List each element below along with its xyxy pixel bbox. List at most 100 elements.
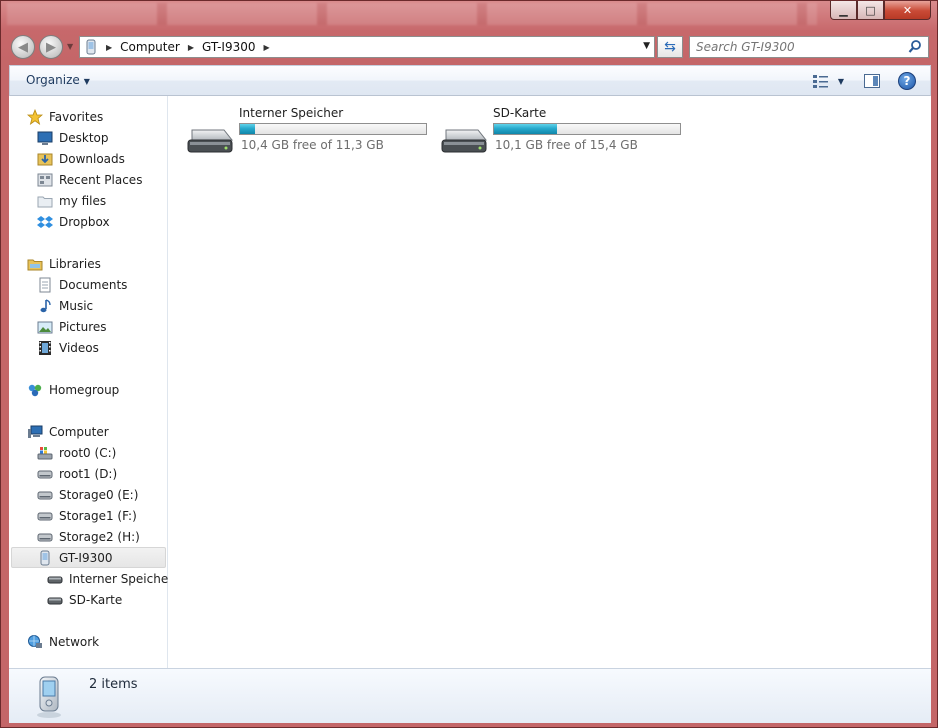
hard-drive-icon bbox=[37, 491, 53, 499]
nav-item-music[interactable]: Music bbox=[37, 295, 93, 316]
preview-pane-button[interactable] bbox=[864, 74, 880, 88]
nav-favorites-label: Favorites bbox=[49, 109, 104, 124]
nav-item-drive-e[interactable]: Storage0 (E:) bbox=[37, 484, 138, 505]
hard-drive-icon bbox=[37, 470, 53, 478]
forward-button[interactable]: ▶ bbox=[39, 35, 63, 59]
desktop-icon bbox=[37, 131, 53, 145]
address-history-dropdown[interactable]: ▼ bbox=[643, 41, 650, 51]
nav-item-drive-d[interactable]: root1 (D:) bbox=[37, 463, 117, 484]
drive-free-space: 10,4 GB free of 11,3 GB bbox=[241, 138, 384, 152]
breadcrumb-gt-i9300[interactable]: GT-I9300 bbox=[202, 40, 256, 54]
storage-drive-icon bbox=[441, 129, 488, 153]
computer-icon bbox=[28, 425, 43, 438]
nav-item-videos[interactable]: Videos bbox=[37, 337, 99, 358]
help-icon: ? bbox=[903, 74, 911, 88]
nav-item-sd-karte[interactable]: SD-Karte bbox=[47, 589, 122, 610]
nav-item-label: root1 (D:) bbox=[59, 466, 118, 481]
nav-item-downloads[interactable]: Downloads bbox=[37, 148, 125, 169]
navigation-row: ◀ ▶ ▼ ▶ Computer ▶ GT-I9300 ▶ ▼ ⇆ bbox=[1, 32, 937, 62]
storage-drive-icon bbox=[47, 597, 63, 604]
drive-tile-sd-karte[interactable]: SD-Karte 10,1 GB free of 15,4 GB bbox=[440, 106, 686, 156]
nav-item-interner-speicher[interactable]: Interner Speicher bbox=[47, 568, 173, 589]
nav-libraries[interactable]: Libraries bbox=[27, 253, 101, 274]
view-list-icon bbox=[812, 75, 828, 88]
organize-button[interactable]: Organize ▼ bbox=[26, 73, 90, 87]
nav-network-label: Network bbox=[49, 634, 100, 649]
refresh-button[interactable]: ⇆ bbox=[657, 36, 683, 58]
recent-pages-dropdown[interactable]: ▼ bbox=[67, 42, 73, 51]
breadcrumb-arrow-icon[interactable]: ▶ bbox=[106, 43, 112, 52]
nav-item-label: Music bbox=[59, 298, 94, 313]
close-button[interactable]: ✕ bbox=[884, 1, 931, 20]
system-drive-icon bbox=[37, 446, 53, 459]
nav-favorites[interactable]: Favorites bbox=[27, 106, 103, 127]
drive-name: Interner Speicher bbox=[239, 106, 344, 120]
phone-device-icon bbox=[37, 676, 61, 718]
explorer-window: ▁ □ ✕ ◀ ▶ ▼ ▶ Computer ▶ GT-I9300 ▶ ▼ ⇆ bbox=[0, 0, 938, 728]
homegroup-icon bbox=[28, 384, 42, 396]
nav-item-label: Interner Speicher bbox=[69, 571, 174, 586]
nav-item-label: Desktop bbox=[59, 130, 109, 145]
nav-item-label: root0 (C:) bbox=[59, 445, 117, 460]
nav-item-gt-i9300[interactable]: GT-I9300 bbox=[11, 547, 166, 568]
phone-device-icon bbox=[86, 39, 96, 55]
background-taskbar-blur bbox=[7, 3, 817, 25]
pictures-icon bbox=[37, 321, 53, 333]
refresh-icon: ⇆ bbox=[664, 39, 676, 55]
nav-item-label: Videos bbox=[59, 340, 99, 355]
nav-item-desktop[interactable]: Desktop bbox=[37, 127, 109, 148]
nav-item-dropbox[interactable]: Dropbox bbox=[37, 211, 110, 232]
nav-computer[interactable]: Computer bbox=[27, 421, 109, 442]
nav-item-label: Pictures bbox=[59, 319, 107, 334]
navigation-pane: Favorites Desktop Downloads Recent Place… bbox=[9, 96, 173, 668]
music-note-icon bbox=[40, 298, 51, 312]
search-input[interactable] bbox=[696, 40, 896, 54]
nav-item-label: Documents bbox=[59, 277, 128, 292]
caption-buttons: ▁ □ ✕ bbox=[830, 1, 931, 20]
search-icon[interactable] bbox=[908, 39, 922, 55]
nav-computer-label: Computer bbox=[49, 424, 109, 439]
drive-usage-fill bbox=[494, 124, 558, 134]
star-icon bbox=[27, 108, 43, 125]
item-count: 2 items bbox=[89, 677, 138, 692]
nav-item-label: Dropbox bbox=[59, 214, 110, 229]
dropbox-icon bbox=[37, 215, 53, 228]
address-bar[interactable]: ▶ Computer ▶ GT-I9300 ▶ ▼ bbox=[79, 36, 655, 58]
nav-item-label: Storage0 (E:) bbox=[59, 487, 139, 502]
drive-usage-fill bbox=[240, 124, 255, 134]
breadcrumb-arrow-icon[interactable]: ▶ bbox=[188, 43, 194, 52]
hard-drive-icon bbox=[37, 533, 53, 541]
nav-homegroup[interactable]: Homegroup bbox=[27, 379, 119, 400]
breadcrumb-arrow-icon[interactable]: ▶ bbox=[263, 43, 269, 52]
minimize-button[interactable]: ▁ bbox=[830, 1, 857, 20]
chevron-down-icon: ▼ bbox=[83, 77, 90, 86]
drive-tile-interner-speicher[interactable]: Interner Speicher 10,4 GB free of 11,3 G… bbox=[186, 106, 432, 156]
nav-item-label: my files bbox=[59, 193, 107, 208]
nav-item-drive-f[interactable]: Storage1 (F:) bbox=[37, 505, 137, 526]
change-view-button[interactable]: ▼ bbox=[812, 73, 844, 89]
nav-item-recent-places[interactable]: Recent Places bbox=[37, 169, 142, 190]
nav-item-pictures[interactable]: Pictures bbox=[37, 316, 107, 337]
nav-item-my-files[interactable]: my files bbox=[37, 190, 106, 211]
maximize-button[interactable]: □ bbox=[857, 1, 884, 20]
drive-usage-bar bbox=[493, 123, 681, 135]
hard-drive-icon bbox=[37, 512, 53, 520]
phone-device-icon bbox=[40, 550, 50, 565]
arrow-left-icon: ◀ bbox=[18, 39, 28, 55]
organize-label: Organize bbox=[26, 73, 80, 87]
documents-icon bbox=[39, 277, 51, 292]
chevron-down-icon[interactable]: ▼ bbox=[838, 77, 844, 86]
nav-item-drive-h[interactable]: Storage2 (H:) bbox=[37, 526, 140, 547]
folder-icon bbox=[37, 196, 53, 207]
breadcrumb-computer[interactable]: Computer bbox=[120, 40, 180, 54]
drive-name: SD-Karte bbox=[493, 106, 547, 120]
back-button[interactable]: ◀ bbox=[11, 35, 35, 59]
arrow-right-icon: ▶ bbox=[46, 39, 56, 55]
nav-network[interactable]: Network bbox=[27, 631, 99, 652]
nav-item-documents[interactable]: Documents bbox=[37, 274, 127, 295]
help-button[interactable]: ? bbox=[898, 72, 916, 90]
nav-item-drive-c[interactable]: root0 (C:) bbox=[37, 442, 116, 463]
search-box[interactable] bbox=[689, 36, 929, 58]
file-list: Interner Speicher 10,4 GB free of 11,3 G… bbox=[168, 96, 931, 668]
recent-places-icon bbox=[37, 173, 53, 186]
